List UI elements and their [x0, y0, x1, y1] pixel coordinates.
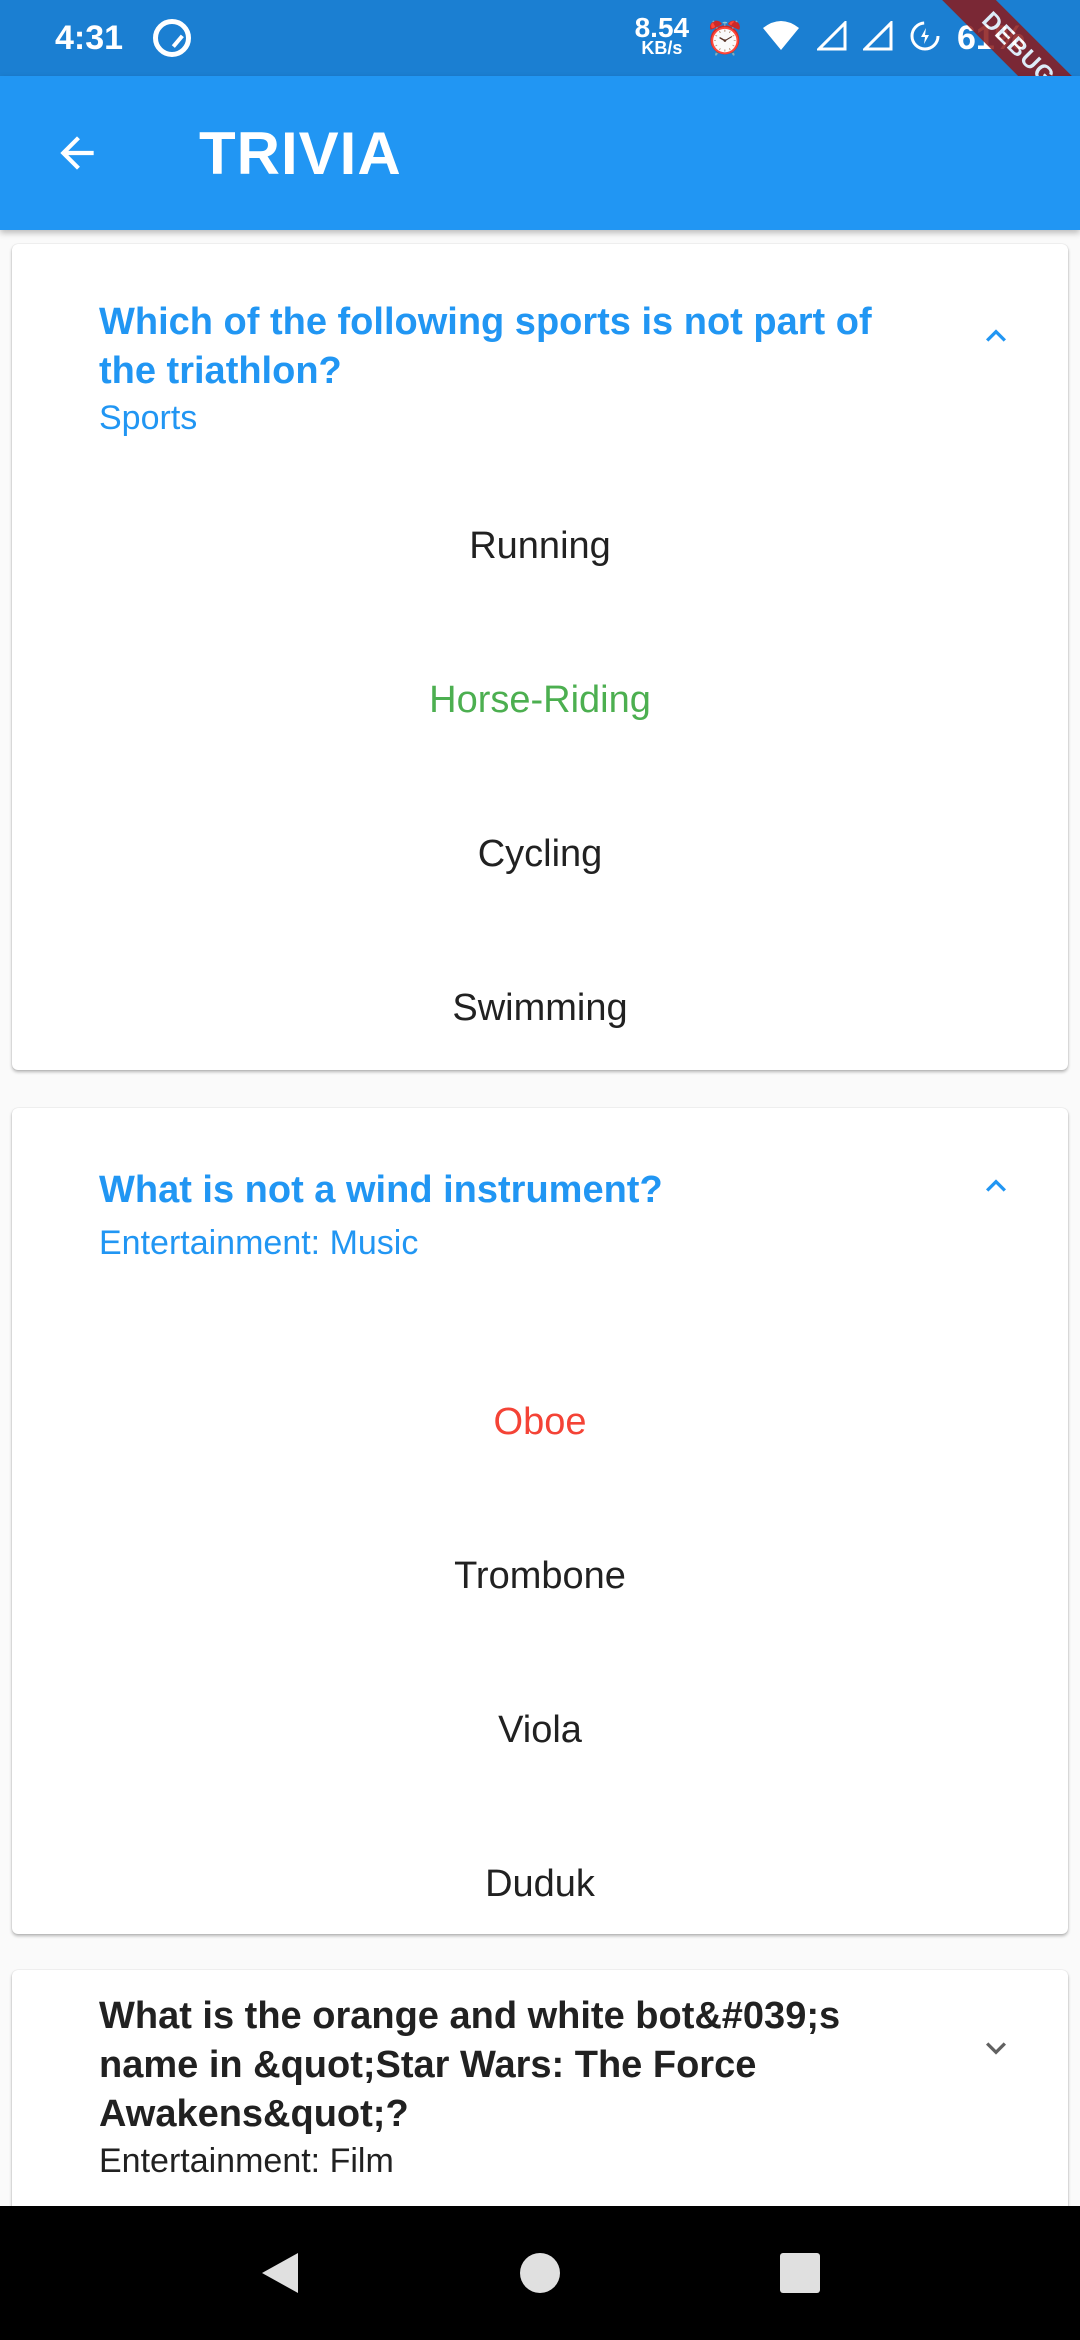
circle-home-icon	[520, 2253, 560, 2293]
card-header[interactable]: What is the orange and white bot&#039;s …	[12, 1970, 1068, 2183]
category-text: Entertainment: Music	[99, 1224, 419, 1262]
nav-back-button[interactable]	[250, 2243, 310, 2303]
answer-option[interactable]: Running	[12, 469, 1068, 623]
back-button[interactable]	[0, 76, 154, 230]
network-speed-unit: KB/s	[641, 38, 683, 58]
network-speed-value: 8.54	[634, 12, 690, 43]
system-nav-bar	[0, 2206, 1080, 2340]
answer-option[interactable]: Duduk	[12, 1807, 1068, 1961]
app-bar: TRIVIA	[0, 76, 1080, 230]
card-header[interactable]: What is not a wind instrument? Entertain…	[12, 1108, 1068, 1348]
answer-option-wrong[interactable]: Oboe	[12, 1345, 1068, 1499]
arrow-back-icon	[60, 136, 94, 170]
page-title: TRIVIA	[199, 119, 402, 187]
trivia-list[interactable]: Which of the following sports is not par…	[0, 230, 1080, 2206]
answer-option[interactable]: Viola	[12, 1653, 1068, 1807]
signal-icon-2	[861, 18, 893, 56]
chevron-up-icon[interactable]	[976, 316, 1016, 356]
question-text: Which of the following sports is not par…	[99, 301, 872, 392]
answer-option-correct[interactable]: Horse-Riding	[12, 623, 1068, 777]
question-text: What is the orange and white bot&#039;s …	[99, 1995, 841, 2135]
wifi-icon	[761, 20, 801, 57]
status-time: 4:31	[55, 18, 124, 57]
battery-saver-icon	[909, 20, 941, 57]
trivia-card: What is the orange and white bot&#039;s …	[12, 1970, 1068, 2206]
nav-home-button[interactable]	[510, 2243, 570, 2303]
status-bar: 4:31 8.54 KB/s ⏰ 61%	[0, 0, 1080, 76]
chevron-down-icon[interactable]	[976, 2028, 1016, 2068]
category-text: Entertainment: Film	[99, 2142, 394, 2180]
card-header[interactable]: Which of the following sports is not par…	[12, 244, 1068, 484]
signal-icon	[815, 18, 847, 56]
answer-option[interactable]: Trombone	[12, 1499, 1068, 1653]
triangle-back-icon	[262, 2253, 298, 2293]
answer-option[interactable]: Cycling	[12, 777, 1068, 931]
answer-option[interactable]: Swimming	[12, 931, 1068, 1085]
chevron-up-icon[interactable]	[976, 1166, 1016, 1206]
category-text: Sports	[99, 399, 198, 437]
network-speed: 8.54 KB/s	[634, 12, 690, 59]
data-saver-icon	[153, 19, 192, 57]
square-recents-icon	[780, 2253, 820, 2293]
trivia-card: What is not a wind instrument? Entertain…	[12, 1108, 1068, 1934]
nav-recents-button[interactable]	[770, 2243, 830, 2303]
alarm-icon: ⏰	[705, 20, 745, 56]
trivia-card: Which of the following sports is not par…	[12, 244, 1068, 1070]
question-text: What is not a wind instrument?	[99, 1169, 663, 1211]
